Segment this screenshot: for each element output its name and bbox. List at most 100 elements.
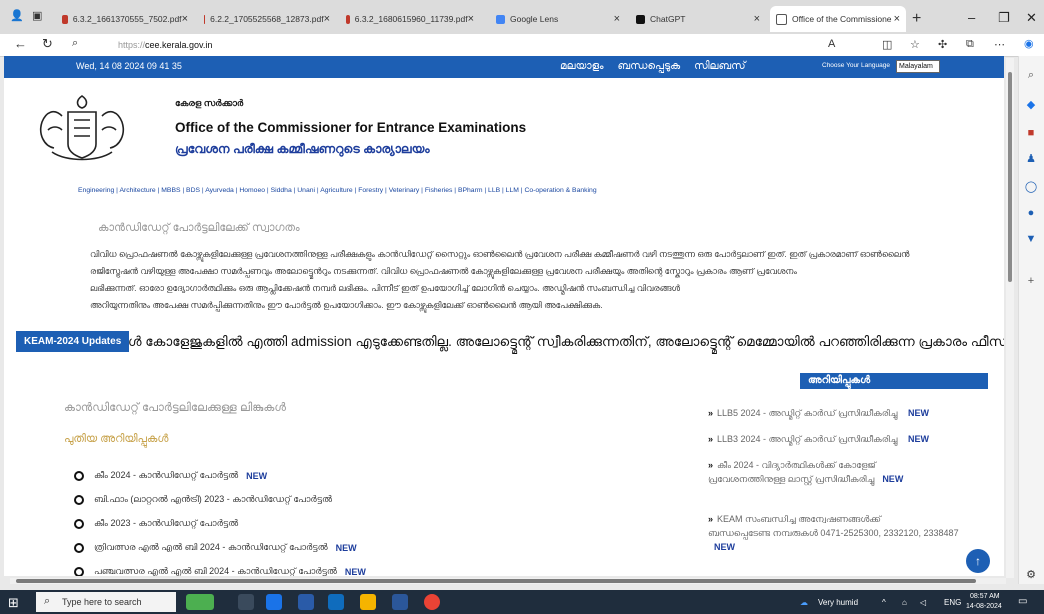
pdf-icon xyxy=(204,14,206,24)
tools-icon[interactable]: ■ xyxy=(1024,126,1038,140)
tab-actions-icon[interactable]: ▣ xyxy=(32,9,42,22)
new-badge: NEW xyxy=(335,542,357,553)
add-icon[interactable]: + xyxy=(1024,274,1038,288)
office-icon[interactable]: ◯ xyxy=(1024,180,1038,194)
portal-link-text[interactable]: കീം 2023 - കാൻഡിഡേറ്റ് പോർട്ടൽ xyxy=(94,518,238,529)
split-screen-icon[interactable]: ◫ xyxy=(882,38,892,51)
new-badge: NEW xyxy=(714,542,735,552)
close-icon[interactable]: × xyxy=(468,13,474,25)
collections-icon[interactable]: ⧉ xyxy=(966,38,974,51)
site-top-bar: Wed, 14 08 2024 09 41 35 മലയാളം ബന്ധപ്പെ… xyxy=(4,56,1004,78)
announcement-item[interactable]: » കീം 2024 - വിദ്യാർത്ഥികൾക്ക് കോളേജ് പ്ര… xyxy=(708,458,903,486)
minimize-button[interactable]: – xyxy=(968,10,975,25)
announcement-text[interactable]: പ്രവേശനത്തിനുള്ള ലാസ്റ്റ് പ്രസിദ്ധീകരിച്… xyxy=(708,474,874,484)
bullet-icon xyxy=(74,470,84,481)
announcement-text[interactable]: KEAM സംബന്ധിച്ച അന്വേഷണങ്ങൾക്ക് xyxy=(717,514,881,524)
portal-link-text[interactable]: കീം 2024 - കാൻഡിഡേറ്റ് പോർട്ടൽ xyxy=(94,470,238,481)
tab-google-lens[interactable]: Google Lens × xyxy=(490,6,626,32)
window-close-button[interactable]: ✕ xyxy=(1026,10,1037,26)
weather-text[interactable]: Very humid xyxy=(818,598,858,607)
keam-updates-badge[interactable]: KEAM-2024 Updates xyxy=(16,331,130,352)
tab-label: 6.3.2_1680615960_11739.pdf xyxy=(354,14,468,24)
tab-office-commissioner[interactable]: Office of the Commissione × xyxy=(770,6,906,32)
language-indicator[interactable]: ENG xyxy=(944,598,961,607)
tab-pdf-3[interactable]: 6.3.2_1680615960_11739.pdf × xyxy=(340,6,480,32)
announcement-item[interactable]: » LLB3 2024 - അഡ്മിറ്റ് കാർഡ് പ്രസിദ്ധീകര… xyxy=(708,432,929,446)
vertical-scrollbar-thumb[interactable] xyxy=(1008,72,1012,282)
close-icon[interactable]: × xyxy=(754,13,760,25)
language-select[interactable]: Malayalam xyxy=(896,60,940,73)
mail-icon[interactable] xyxy=(328,594,344,610)
portal-link-text[interactable]: ത്രിവത്സര എൽ എൽ ബി 2024 - കാൻഡിഡേറ്റ് പോ… xyxy=(94,542,328,553)
favorites-icon[interactable]: ☆ xyxy=(910,38,920,51)
tab-pdf-1[interactable]: 6.3.2_1661370555_7502.pdf × xyxy=(56,6,194,32)
refresh-button[interactable]: ↻ xyxy=(42,36,53,52)
more-menu-icon[interactable]: ⋯ xyxy=(994,38,1005,51)
task-view-icon[interactable] xyxy=(238,594,254,610)
extensions-icon[interactable]: ✣ xyxy=(938,38,947,51)
taskbar-search-box[interactable]: Type here to search xyxy=(36,592,176,612)
announcement-item[interactable]: » KEAM സംബന്ധിച്ച അന്വേഷണങ്ങൾക്ക് ബന്ധപ്പ… xyxy=(708,512,959,554)
volume-icon[interactable]: ◁ xyxy=(920,598,926,607)
close-icon[interactable]: × xyxy=(614,13,620,25)
portal-link-item[interactable]: പഞ്ചവത്സര എൽ എൽ ബി 2024 - കാൻഡിഡേറ്റ് പോ… xyxy=(74,566,366,576)
close-icon[interactable]: × xyxy=(324,13,330,25)
tab-pdf-2[interactable]: 6.2.2_1705525568_12873.pdf × xyxy=(198,6,336,32)
top-link-malayalam[interactable]: മലയാളം xyxy=(560,60,604,73)
new-notifications-heading: പുതിയ അറിയിപ്പുകൾ xyxy=(64,433,169,445)
tab-chatgpt[interactable]: ChatGPT × xyxy=(630,6,766,32)
portal-link-item[interactable]: ത്രിവത്സര എൽ എൽ ബി 2024 - കാൻഡിഡേറ്റ് പോ… xyxy=(74,542,357,553)
portal-links-heading: കാൻഡിഡേറ്റ് പോർട്ടലിലേക്കുള്ള ലിങ്കുകൾ xyxy=(64,402,286,414)
url-field[interactable]: https://cee.kerala.gov.in xyxy=(118,40,212,50)
maximize-button[interactable]: ❐ xyxy=(998,10,1010,26)
word-icon[interactable] xyxy=(392,594,408,610)
portal-link-item[interactable]: കീം 2023 - കാൻഡിഡേറ്റ് പോർട്ടൽ xyxy=(74,518,238,529)
people-icon[interactable]: ♟ xyxy=(1024,152,1038,166)
double-chevron-icon: » xyxy=(708,434,714,444)
clock-time[interactable]: 08:57 AM xyxy=(970,593,1000,600)
government-name: കേരള സർക്കാർ xyxy=(175,98,244,108)
announcement-text[interactable]: ബന്ധപ്പെടേണ്ട നമ്പരുകൾ 0471-2525300, 233… xyxy=(708,528,959,538)
close-icon[interactable]: × xyxy=(182,13,188,25)
announcement-item[interactable]: » LLB5 2024 - അഡ്മിറ്റ് കാർഡ് പ്രസിദ്ധീകര… xyxy=(708,406,929,420)
new-tab-button[interactable]: + xyxy=(912,10,921,28)
chrome-icon[interactable] xyxy=(424,594,440,610)
search-icon[interactable]: ⌕ xyxy=(1024,68,1038,82)
tray-chevron-icon[interactable]: ^ xyxy=(882,598,886,607)
outlook-icon[interactable]: ● xyxy=(1024,206,1038,220)
clock-date[interactable]: 14-08-2024 xyxy=(966,603,1002,610)
portal-link-item[interactable]: ബി.ഫാം (ലാറ്ററൽ എൻട്രി) 2023 - കാൻഡിഡേറ്… xyxy=(74,494,332,505)
scroll-to-top-button[interactable]: ↑ xyxy=(966,549,990,573)
top-link-contact[interactable]: ബന്ധപ്പെടുക xyxy=(618,60,681,73)
drop-icon[interactable]: ▼ xyxy=(1024,232,1038,246)
network-icon[interactable]: ⌂ xyxy=(902,598,907,607)
tab-label: Office of the Commissione xyxy=(792,14,892,24)
top-links: മലയാളം ബന്ധപ്പെടുക സിലബസ് xyxy=(560,60,746,73)
top-link-syllabus[interactable]: സിലബസ് xyxy=(694,60,745,73)
profile-icon[interactable]: 👤 xyxy=(10,9,24,22)
read-aloud-icon[interactable]: A xyxy=(828,38,835,50)
store-icon[interactable] xyxy=(298,594,314,610)
edge-browser-icon[interactable] xyxy=(266,594,282,610)
announcement-text[interactable]: LLB5 2024 - അഡ്മിറ്റ് കാർഡ് പ്രസിദ്ധീകരി… xyxy=(717,408,897,418)
file-explorer-icon[interactable] xyxy=(360,594,376,610)
announcement-text[interactable]: കീം 2024 - വിദ്യാർത്ഥികൾക്ക് കോളേജ് xyxy=(717,460,876,470)
welcome-heading: കാൻഡിഡേറ്റ് പോർട്ടലിലേക്ക് സ്വാഗതം xyxy=(98,222,300,234)
pdf-icon xyxy=(346,14,350,24)
course-links[interactable]: Engineering | Architecture | MBBS | BDS … xyxy=(78,187,597,194)
horizontal-scrollbar-thumb[interactable] xyxy=(16,579,976,583)
back-button[interactable]: ← xyxy=(14,36,27,51)
shopping-icon[interactable]: ◆ xyxy=(1024,98,1038,112)
portal-link-item[interactable]: കീം 2024 - കാൻഡിഡേറ്റ് പോർട്ടൽ NEW xyxy=(74,470,267,481)
notification-icon[interactable]: ▭ xyxy=(1018,596,1027,607)
intro-paragraph: വിവിധ പ്രൊഫഷണൽ കോഴ്സുകളിലേക്കുള്ള പ്രവേശ… xyxy=(90,246,950,314)
search-icon[interactable]: ⌕ xyxy=(72,37,78,50)
widgets-icon[interactable] xyxy=(186,594,214,610)
portal-link-text[interactable]: ബി.ഫാം (ലാറ്ററൽ എൻട്രി) 2023 - കാൻഡിഡേറ്… xyxy=(94,494,332,505)
portal-link-text[interactable]: പഞ്ചവത്സര എൽ എൽ ബി 2024 - കാൻഡിഡേറ്റ് പോ… xyxy=(94,566,337,576)
settings-icon[interactable]: ⚙ xyxy=(1024,568,1038,582)
windows-start-icon[interactable]: ⊞ xyxy=(8,595,19,611)
copilot-icon[interactable]: ◉ xyxy=(1024,37,1034,50)
close-icon[interactable]: × xyxy=(894,13,900,25)
announcement-text[interactable]: LLB3 2024 - അഡ്മിറ്റ് കാർഡ് പ്രസിദ്ധീകരി… xyxy=(717,434,897,444)
